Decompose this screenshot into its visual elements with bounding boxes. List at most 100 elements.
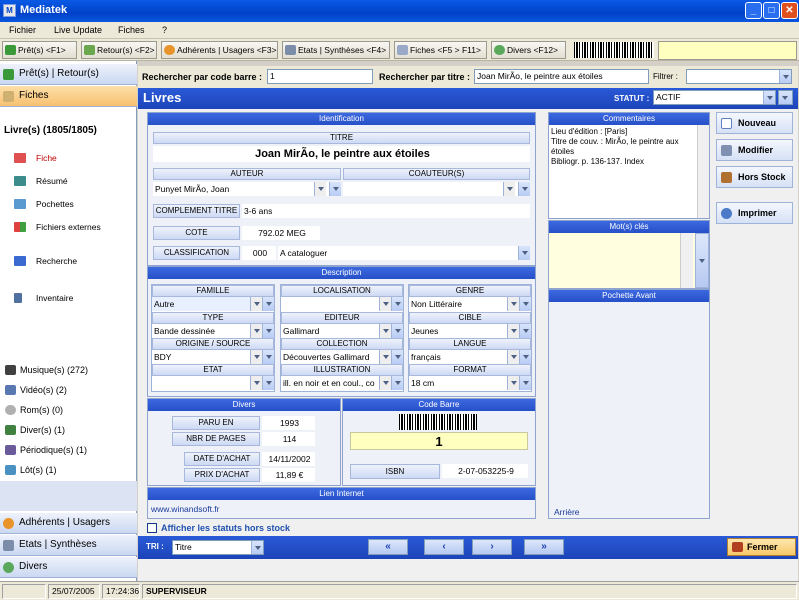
chevron-down-icon[interactable] xyxy=(507,376,519,390)
nav-sub-fiche[interactable]: Fiche xyxy=(14,150,57,166)
nav-prets-retours[interactable]: Prêt(s) | Retour(s) xyxy=(0,64,137,85)
chevron-down-icon[interactable] xyxy=(519,350,531,364)
chevron-down-icon[interactable] xyxy=(507,350,519,364)
nav-sub-resume[interactable]: Résumé xyxy=(14,173,68,189)
menu-help[interactable]: ? xyxy=(162,25,167,35)
chevron-down-icon[interactable] xyxy=(379,350,391,364)
etat-select[interactable] xyxy=(152,376,274,390)
chevron-down-icon[interactable] xyxy=(391,297,403,311)
paru-field[interactable]: 1993 xyxy=(262,416,315,430)
minimize-button[interactable]: _ xyxy=(745,2,762,19)
chevron-down-icon[interactable] xyxy=(379,297,391,311)
filter-select[interactable] xyxy=(686,69,792,84)
titre-field[interactable]: Joan MirÃo, le peintre aux étoiles xyxy=(153,146,530,162)
complement-field[interactable]: 3-6 ans xyxy=(242,204,530,218)
menu-live-update[interactable]: Live Update xyxy=(54,25,102,35)
nav-sub-pochettes[interactable]: Pochettes xyxy=(14,196,74,212)
close-button[interactable]: ✕ xyxy=(781,2,798,19)
statut-select[interactable]: ACTIF xyxy=(653,90,776,105)
chevron-down-icon[interactable] xyxy=(329,182,341,196)
nav-sub-inventaire[interactable]: Inventaire xyxy=(14,290,73,306)
menu-fichier[interactable]: Fichier xyxy=(9,25,36,35)
motscles-dropdown-button[interactable] xyxy=(695,233,709,288)
achat-field[interactable]: 14/11/2002 xyxy=(262,452,315,466)
commentaires-text[interactable]: Lieu d'édition : [Paris] Titre de couv. … xyxy=(551,127,696,167)
toolbar-divers-button[interactable]: Divers <F12> xyxy=(491,41,566,59)
tri-select[interactable]: Titre xyxy=(172,540,264,555)
pages-field[interactable]: 114 xyxy=(262,432,315,446)
nav-cat-video[interactable]: Vidéo(s) (2) xyxy=(0,382,137,398)
type-select[interactable]: Bande dessinée xyxy=(152,324,274,338)
chevron-down-icon[interactable] xyxy=(262,297,274,311)
next-record-button[interactable]: › xyxy=(472,539,512,555)
commentaires-scrollbar[interactable] xyxy=(697,125,709,218)
toolbar-etats-button[interactable]: Etats | Synthèses <F4> xyxy=(282,41,390,59)
fermer-button[interactable]: Fermer xyxy=(727,538,796,556)
barcode-search-input[interactable]: 1 xyxy=(267,69,373,84)
chevron-down-icon[interactable] xyxy=(250,376,262,390)
chevron-down-icon[interactable] xyxy=(391,350,403,364)
nouveau-button[interactable]: Nouveau xyxy=(716,112,793,134)
chevron-down-icon[interactable] xyxy=(250,350,262,364)
maximize-button[interactable]: □ xyxy=(763,2,780,19)
isbn-field[interactable]: 2-07-053225-9 xyxy=(442,464,528,478)
chevron-down-icon[interactable] xyxy=(262,324,274,338)
cote-field[interactable]: 792.02 MEG xyxy=(242,226,320,240)
nav-sub-fichiers-externes[interactable]: Fichiers externes xyxy=(14,219,101,235)
toolbar-fiches-button[interactable]: Fiches <F5 > F11> xyxy=(394,41,487,59)
chevron-down-icon[interactable] xyxy=(391,324,403,338)
nav-etats[interactable]: Etats | Synthèses xyxy=(0,535,137,556)
barcode-scan-input[interactable] xyxy=(658,41,797,60)
pochette-arriere-link[interactable]: Arrière xyxy=(554,507,580,517)
chevron-down-icon[interactable] xyxy=(379,324,391,338)
hors-stock-checkbox[interactable] xyxy=(147,523,157,533)
previous-record-button[interactable]: ‹ xyxy=(424,539,464,555)
editeur-select[interactable]: Gallimard xyxy=(281,324,403,338)
toolbar-adherents-button[interactable]: Adhérents | Usagers <F3> xyxy=(161,41,278,59)
chevron-down-icon[interactable] xyxy=(519,324,531,338)
modifier-button[interactable]: Modifier xyxy=(716,139,793,161)
chevron-down-icon[interactable] xyxy=(503,182,515,196)
auteur-select[interactable]: Punyet MirÃo, Joan xyxy=(153,182,341,196)
chevron-down-icon[interactable] xyxy=(518,182,530,196)
nav-fiches[interactable]: Fiches xyxy=(0,86,137,107)
localisation-select[interactable] xyxy=(281,297,403,311)
nav-cat-periodique[interactable]: Périodique(s) (1) xyxy=(0,442,137,458)
chevron-down-icon[interactable] xyxy=(379,376,391,390)
chevron-down-icon[interactable] xyxy=(519,376,531,390)
chevron-down-icon[interactable] xyxy=(507,324,519,338)
chevron-down-icon[interactable] xyxy=(391,376,403,390)
chevron-down-icon[interactable] xyxy=(507,297,519,311)
chevron-down-icon[interactable] xyxy=(518,246,530,260)
nav-cat-divers[interactable]: Diver(s) (1) xyxy=(0,422,137,438)
toolbar-retours-button[interactable]: Retour(s) <F2> xyxy=(81,41,157,59)
illustration-select[interactable]: ill. en noir et en coul., co xyxy=(281,376,403,390)
chevron-down-icon[interactable] xyxy=(779,70,791,83)
nav-cat-musique[interactable]: Musique(s) (272) xyxy=(0,362,137,378)
format-select[interactable]: 18 cm xyxy=(409,376,531,390)
chevron-down-icon[interactable] xyxy=(763,91,775,104)
toolbar-prets-button[interactable]: Prêt(s) <F1> xyxy=(2,41,77,59)
famille-select[interactable]: Autre xyxy=(152,297,274,311)
title-search-input[interactable]: Joan MirÃo, le peintre aux étoiles xyxy=(474,69,649,84)
imprimer-button[interactable]: Imprimer xyxy=(716,202,793,224)
origine-select[interactable]: BDY xyxy=(152,350,274,364)
genre-select[interactable]: Non Littéraire xyxy=(409,297,531,311)
chevron-down-icon[interactable] xyxy=(519,297,531,311)
classification-select[interactable]: A cataloguer xyxy=(278,246,530,260)
classification-code[interactable]: 000 xyxy=(242,246,276,260)
statut-dropdown-button[interactable] xyxy=(778,90,793,105)
prix-field[interactable]: 11,89 € xyxy=(262,468,315,482)
nav-cat-lot[interactable]: Lôt(s) (1) xyxy=(0,462,137,478)
menu-fiches[interactable]: Fiches xyxy=(118,25,145,35)
chevron-down-icon[interactable] xyxy=(314,182,326,196)
collection-select[interactable]: Découvertes Gallimard xyxy=(281,350,403,364)
lien-field[interactable]: www.winandsoft.fr xyxy=(151,504,220,514)
nav-cat-rom[interactable]: Rom(s) (0) xyxy=(0,402,137,418)
chevron-down-icon[interactable] xyxy=(250,297,262,311)
langue-select[interactable]: français xyxy=(409,350,531,364)
coauteur-select[interactable] xyxy=(343,182,530,196)
hors-stock-button[interactable]: Hors Stock xyxy=(716,166,793,188)
first-record-button[interactable]: « xyxy=(368,539,408,555)
nav-divers[interactable]: Divers xyxy=(0,557,137,578)
